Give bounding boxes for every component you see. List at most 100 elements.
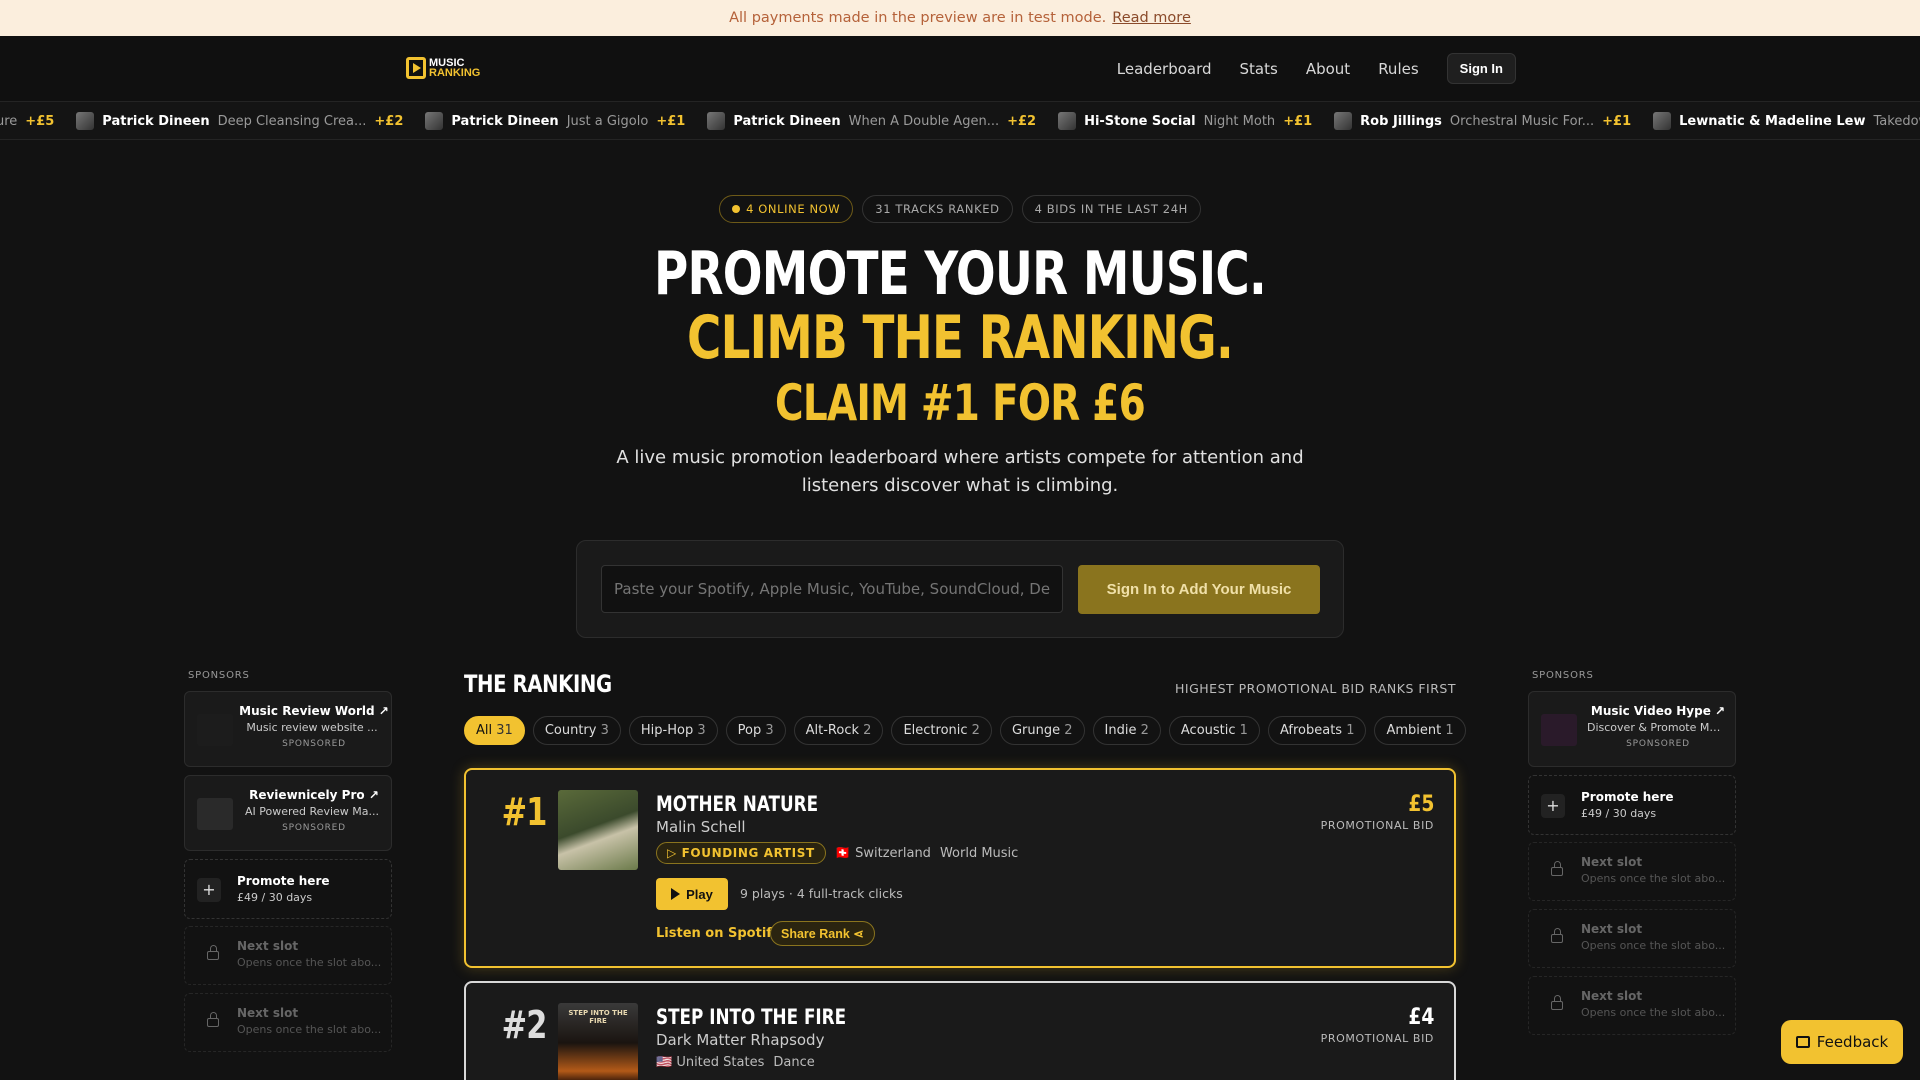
message-icon: [1795, 1036, 1810, 1048]
plus-icon: +: [1541, 794, 1565, 818]
ticker-track-name: When A Double Agen...: [848, 113, 1000, 129]
sponsor-card[interactable]: Music Video Hype ↗ Discover & Promote Mu…: [1528, 691, 1736, 767]
hero: PROMOTE YOUR MUSIC. CLIMB THE RANKING. C…: [560, 242, 1360, 500]
track-country: 🇺🇸 United States: [656, 1055, 765, 1070]
bid-label: PROMOTIONAL BID: [1320, 1032, 1434, 1045]
banner-text: All payments made in the preview are in …: [729, 10, 1107, 26]
ticker-item[interactable]: Hi-Stone Social Night Moth +£1: [1058, 112, 1312, 130]
ticker-item[interactable]: Patrick Dineen Deep Cleansing Crea... +£2: [76, 112, 403, 130]
logo-line-2: RANKING: [429, 67, 481, 79]
ticker-item[interactable]: Rob Jillings Orchestral Music For... +£1: [1334, 112, 1631, 130]
nav-rules[interactable]: Rules: [1378, 60, 1418, 78]
filter-chip-pop[interactable]: Pop 3: [725, 716, 786, 745]
hero-subtitle: CLAIM #1 FOR £6: [775, 374, 1146, 432]
filter-chip-indie[interactable]: Indie 2: [1092, 716, 1161, 745]
sponsor-card[interactable]: Reviewnicely Pro ↗ AI Powered Review Ma.…: [184, 775, 392, 851]
external-link-icon: ↗: [1715, 704, 1726, 718]
filter-count: 3: [765, 723, 774, 738]
stats-pills: 4 ONLINE NOW 31 TRACKS RANKED 4 BIDS IN …: [0, 195, 1920, 223]
external-link-icon: ↗: [368, 788, 379, 802]
share-rank-button[interactable]: Share Rank ⋖: [770, 921, 875, 946]
logo[interactable]: MUSIC RANKING: [406, 57, 480, 79]
nav-stats[interactable]: Stats: [1240, 60, 1278, 78]
ticker-item[interactable]: Patrick Dineen Just a Gigolo +£1: [425, 112, 685, 130]
bids-24h-pill: 4 BIDS IN THE LAST 24H: [1021, 195, 1201, 223]
promote-here-slot[interactable]: + Promote here £49 / 30 days: [1528, 775, 1736, 835]
logo-play-icon: [406, 57, 426, 79]
ticker-track-name: Takedown: [1873, 113, 1920, 129]
ticker-track-name: ure: [0, 113, 18, 129]
filter-label: Pop: [737, 723, 762, 738]
hero-title: PROMOTE YOUR MUSIC. CLIMB THE RANKING.: [648, 242, 1272, 370]
ranking-card[interactable]: #1 MOTHER NATURE Malin Schell ▷ FOUNDING…: [464, 768, 1456, 968]
filter-chip-electronic[interactable]: Electronic 2: [891, 716, 992, 745]
lock-icon: [207, 1012, 219, 1027]
filter-label: Alt-Rock: [805, 723, 860, 738]
play-button[interactable]: Play: [656, 878, 728, 910]
genre-filters: All 31 Country 3 Hip-Hop 3 Pop 3 Alt-Rock 2E…: [464, 716, 1474, 745]
next-slot-desc: Opens once the slot abo...: [237, 1023, 382, 1036]
ranking-card[interactable]: #2 STEP INTO THE FIRE STEP INTO THE FIRE…: [464, 981, 1456, 1080]
listen-on-spotify-link[interactable]: Listen on Spotify: [656, 926, 780, 941]
ticker-item[interactable]: Lewnatic & Madeline LewTakedown+£1: [1653, 112, 1920, 130]
online-now-pill: 4 ONLINE NOW: [719, 195, 854, 223]
sign-in-button[interactable]: Sign In: [1446, 53, 1516, 84]
next-slot-desc: Opens once the slot abo...: [237, 956, 382, 969]
next-slot-title: Next slot: [1581, 855, 1643, 869]
filter-chip-hip-hop[interactable]: Hip-Hop 3: [628, 716, 718, 745]
filter-label: Afrobeats: [1279, 723, 1343, 738]
sponsored-badge: SPONSORED: [1626, 739, 1690, 749]
track-cover[interactable]: STEP INTO THE FIRE: [558, 1003, 638, 1080]
next-slot: Next slot Opens once the slot abo...: [1528, 842, 1736, 901]
filter-chip-acoustic[interactable]: Acoustic 1: [1168, 716, 1260, 745]
nav-leaderboard[interactable]: Leaderboard: [1117, 60, 1212, 78]
music-link-input[interactable]: [601, 565, 1063, 613]
sponsor-card[interactable]: Music Review World ↗ Music review websit…: [184, 691, 392, 767]
track-cover[interactable]: [558, 790, 638, 870]
ticker-item[interactable]: Patrick Dineen When A Double Agen... +£2: [707, 112, 1036, 130]
external-link-icon: ↗: [378, 704, 389, 718]
hero-title-white: PROMOTE YOUR MUSIC.: [653, 239, 1267, 309]
ticker-bid: +£1: [1283, 113, 1313, 129]
filter-chip-ambient[interactable]: Ambient 1: [1374, 716, 1466, 745]
lock-icon: [1551, 995, 1563, 1010]
filter-count: 2: [863, 723, 872, 738]
filter-chip-alt-rock[interactable]: Alt-Rock 2: [793, 716, 884, 745]
filter-label: Indie: [1104, 723, 1137, 738]
track-stats: 9 plays · 4 full-track clicks: [740, 886, 903, 901]
promote-here-slot[interactable]: + Promote here £49 / 30 days: [184, 859, 392, 919]
filter-chip-grunge[interactable]: Grunge 2: [999, 716, 1085, 745]
ticker-thumb: [1334, 112, 1353, 130]
add-music-box: Sign In to Add Your Music: [576, 540, 1344, 638]
sponsor-logo: [197, 798, 233, 830]
ticker-track-name: Orchestral Music For...: [1449, 113, 1595, 129]
sponsor-desc: AI Powered Review Ma...: [245, 805, 379, 818]
filter-count: 2: [1140, 723, 1149, 738]
ticker-track-name: Deep Cleansing Crea...: [217, 113, 367, 129]
ranking-note: HIGHEST PROMOTIONAL BID RANKS FIRST: [1175, 680, 1456, 696]
sign-in-to-add-button[interactable]: Sign In to Add Your Music: [1078, 565, 1320, 614]
rank-number: #1: [501, 790, 548, 834]
test-mode-banner: All payments made in the preview are in …: [0, 0, 1920, 36]
sponsor-desc: Discover & Promote Mu...: [1587, 721, 1725, 734]
left-sponsors-sidebar: SPONSORS Music Review World ↗ Music revi…: [184, 670, 392, 1060]
feedback-button[interactable]: Feedback: [1781, 1020, 1903, 1064]
sponsored-badge: SPONSORED: [282, 823, 346, 833]
ticker-item[interactable]: ure +£5: [0, 114, 54, 129]
plus-icon: +: [197, 878, 221, 902]
filter-chip-afrobeats[interactable]: Afrobeats 1: [1267, 716, 1367, 745]
logo-text: MUSIC RANKING: [429, 58, 481, 79]
ticker-artist: Patrick Dineen: [733, 113, 841, 129]
ticker-track: ure +£5 Patrick Dineen Deep Cleansing Crea.…: [0, 102, 1920, 139]
sponsor-name: Music Review World ↗: [239, 704, 389, 718]
track-meta: 🇺🇸 United States Dance: [656, 1055, 815, 1070]
nav-about[interactable]: About: [1306, 60, 1350, 78]
filter-chip-all[interactable]: All 31: [464, 716, 525, 745]
ticker-thumb: [1058, 112, 1077, 130]
track-title: STEP INTO THE FIRE: [656, 1005, 847, 1029]
read-more-link[interactable]: Read more: [1112, 10, 1191, 26]
filter-chip-country[interactable]: Country 3: [532, 716, 621, 745]
play-icon: [671, 888, 681, 900]
online-now-text: 4 ONLINE NOW: [746, 202, 841, 216]
filter-label: All: [476, 723, 493, 738]
